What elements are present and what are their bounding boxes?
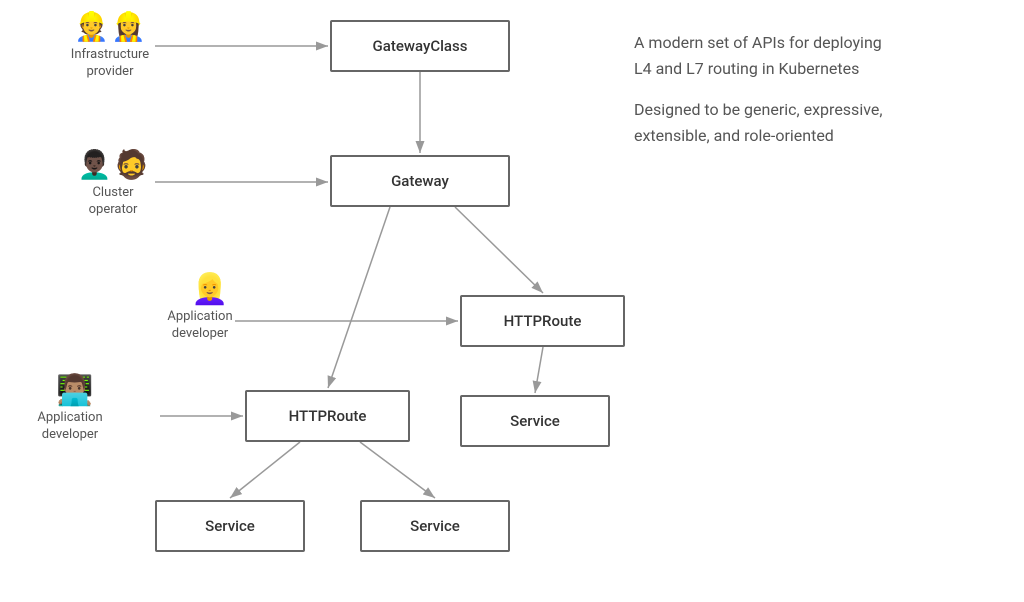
app-dev2-label-line1: Application bbox=[37, 410, 102, 425]
httproute2-label: HTTPRoute bbox=[289, 407, 367, 425]
description-line2: L4 and L7 routing in Kubernetes bbox=[634, 59, 859, 78]
service1-box: Service bbox=[460, 395, 610, 447]
app-dev1-label: Application developer bbox=[150, 309, 250, 343]
app-dev1-emoji: 👱‍♀️ bbox=[160, 272, 260, 307]
description-para2: Designed to be generic, expressive, exte… bbox=[634, 97, 994, 148]
app-dev1-label-line2: developer bbox=[172, 326, 228, 341]
infra-provider-group: 👷👷‍♀️ Infrastructure provider bbox=[60, 10, 160, 77]
app-dev1-label-line1: Application bbox=[167, 309, 232, 324]
description-panel: A modern set of APIs for deploying L4 an… bbox=[634, 30, 994, 164]
infra-label-line1: Infrastructure bbox=[71, 47, 149, 62]
service3-box: Service bbox=[360, 500, 510, 552]
infra-emoji: 👷👷‍♀️ bbox=[60, 10, 160, 43]
cluster-operator-label: Cluster operator bbox=[68, 185, 158, 219]
service2-box: Service bbox=[155, 500, 305, 552]
app-dev2-label-line2: developer bbox=[42, 427, 98, 442]
gatewayclass-label: GatewayClass bbox=[373, 37, 468, 55]
cluster-emoji: 👨🏿‍🦱🧔 bbox=[68, 148, 158, 181]
gateway-box: Gateway bbox=[330, 155, 510, 207]
diagram-container: GatewayClass Gateway HTTPRoute HTTPRoute… bbox=[0, 0, 1024, 602]
infra-label-line2: provider bbox=[87, 64, 134, 79]
cluster-operator-group: 👨🏿‍🦱🧔 Cluster operator bbox=[68, 148, 158, 215]
httproute1-label: HTTPRoute bbox=[504, 312, 582, 330]
gateway-label: Gateway bbox=[391, 172, 449, 190]
app-dev2-label: Application developer bbox=[20, 410, 120, 444]
app-dev1-group: 👱‍♀️ Application developer bbox=[160, 272, 260, 341]
gatewayclass-box: GatewayClass bbox=[330, 20, 510, 72]
service3-label: Service bbox=[410, 517, 460, 535]
httproute1-box: HTTPRoute bbox=[460, 295, 625, 347]
cluster-label-line1: Cluster bbox=[92, 185, 133, 200]
app-dev2-group: 👨🏽‍💻 Application developer bbox=[25, 373, 125, 442]
description-line4: extensible, and role-oriented bbox=[634, 126, 834, 145]
cluster-label-line2: operator bbox=[89, 202, 138, 217]
service2-label: Service bbox=[205, 517, 255, 535]
description-line1: A modern set of APIs for deploying bbox=[634, 33, 882, 52]
description-para1: A modern set of APIs for deploying L4 an… bbox=[634, 30, 994, 81]
httproute2-box: HTTPRoute bbox=[245, 390, 410, 442]
service1-label: Service bbox=[510, 412, 560, 430]
app-dev2-emoji: 👨🏽‍💻 bbox=[25, 373, 125, 408]
infra-provider-label: Infrastructure provider bbox=[60, 47, 160, 81]
description-line3: Designed to be generic, expressive, bbox=[634, 100, 882, 119]
